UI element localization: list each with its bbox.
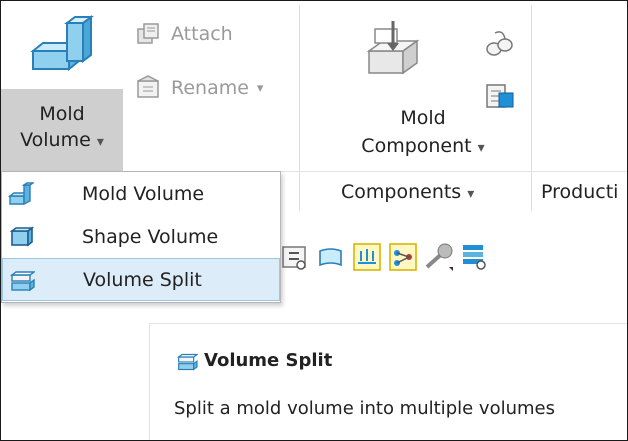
attach-button[interactable]: Attach <box>135 21 233 47</box>
mold-volume-icon <box>8 182 34 206</box>
parting-surface-icon[interactable] <box>351 241 383 273</box>
component-display-icon[interactable] <box>483 29 517 59</box>
chevron-down-icon: ▾ <box>477 140 485 156</box>
mold-volume-label-line1: Mold <box>39 103 85 125</box>
rename-icon <box>137 75 159 98</box>
menu-item-shape-volume[interactable]: Shape Volume <box>2 215 280 258</box>
mold-volume-split-button[interactable]: Mold Volume ▾ <box>1 1 123 171</box>
attach-label: Attach <box>171 23 233 45</box>
shape-volume-icon <box>9 226 34 247</box>
mold-component-label-line2: Component ▾ <box>361 135 485 157</box>
mold-volume-button-bottom[interactable]: Mold Volume ▾ <box>1 89 123 171</box>
production-group-label[interactable]: Producti <box>541 181 618 203</box>
components-group-label[interactable]: Components ▾ <box>341 181 474 203</box>
component-list-icon[interactable] <box>483 81 517 111</box>
chevron-down-icon: ▾ <box>256 80 264 96</box>
volume-list-icon[interactable] <box>459 241 491 273</box>
mold-component-icon <box>366 21 420 75</box>
mold-volume-label-line2: Volume ▾ <box>20 129 104 151</box>
mold-volume-dropdown-menu: Mold Volume Shape Volume Volume Split <box>1 171 281 303</box>
chevron-down-icon: ▾ <box>96 134 104 150</box>
attach-icon <box>137 23 159 44</box>
chevron-down-icon: ▾ <box>467 186 475 202</box>
menu-item-label: Volume Split <box>83 268 202 291</box>
rename-button[interactable]: Rename ▾ <box>135 75 263 101</box>
cut-volume-icon[interactable] <box>279 241 311 273</box>
mold-volume-button-top[interactable] <box>1 1 123 89</box>
volume-split-icon <box>176 353 198 371</box>
menu-item-label: Mold Volume <box>82 182 205 205</box>
rename-label: Rename <box>171 77 249 99</box>
volume-split-icon <box>9 271 35 292</box>
shaded-sphere-icon[interactable] <box>423 241 455 273</box>
menu-item-label: Shape Volume <box>82 225 219 248</box>
mold-volume-large-icon <box>30 15 94 72</box>
branch-icon[interactable] <box>387 241 419 273</box>
surface-icon[interactable] <box>315 241 347 273</box>
menu-item-volume-split[interactable]: Volume Split <box>2 258 280 301</box>
app-frame: Mold Volume ▾ Attach Rename ▾ Mold Compo… <box>0 0 628 441</box>
tooltip-volume-split: Volume Split Split a mold volume into mu… <box>149 323 627 440</box>
secondary-toolbar <box>279 233 627 279</box>
menu-item-mold-volume[interactable]: Mold Volume <box>2 172 280 215</box>
tooltip-description: Split a mold volume into multiple volume… <box>174 398 555 419</box>
tooltip-title: Volume Split <box>204 350 333 371</box>
